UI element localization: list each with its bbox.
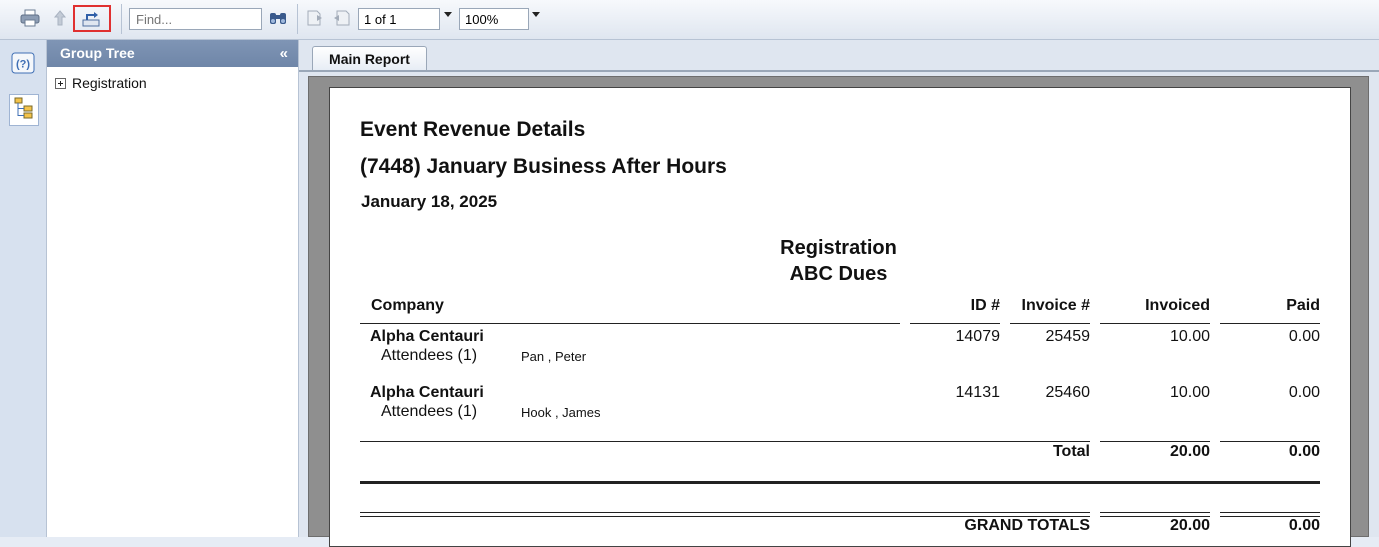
page-number-input[interactable] <box>358 8 440 30</box>
print-icon <box>20 9 40 27</box>
header-rule <box>1010 323 1090 324</box>
row-id: 14079 <box>955 328 1001 345</box>
group-heading: Registration <box>780 237 897 259</box>
row-attendees: Attendees (1) <box>381 403 478 420</box>
report-area: Main Report Event Revenue Details (7448)… <box>299 40 1379 547</box>
column-header-id: ID # <box>970 297 1000 314</box>
tab-underline <box>299 70 1379 72</box>
tree-icon <box>14 97 34 124</box>
toolbar-separator <box>297 4 298 34</box>
total-rule <box>360 441 1090 442</box>
zoom-dropdown-arrow-icon[interactable] <box>532 12 540 17</box>
group-tree-panel: Group Tree « Registration <box>47 40 299 537</box>
row-paid: 0.00 <box>1288 328 1320 345</box>
column-header-company: Company <box>371 297 444 314</box>
report-title: Event Revenue Details <box>360 118 586 141</box>
row-invoiced: 10.00 <box>1169 328 1210 345</box>
group-tree-header: Group Tree « <box>47 40 298 67</box>
grand-total-invoiced: 20.00 <box>1169 517 1210 534</box>
total-rule <box>1220 441 1320 442</box>
side-icon-strip: (?) <box>0 40 47 537</box>
svg-text:(?): (?) <box>16 58 30 70</box>
group-tree-toggle-button[interactable] <box>9 94 39 126</box>
up-arrow-icon <box>53 9 67 27</box>
first-page-button[interactable] <box>302 6 328 30</box>
binoculars-icon <box>268 10 288 26</box>
grand-total-rule <box>360 512 1090 513</box>
print-button[interactable] <box>17 6 43 30</box>
row-paid: 0.00 <box>1288 384 1320 401</box>
section-divider <box>360 481 1320 484</box>
total-rule <box>1100 441 1210 442</box>
grand-total-label: GRAND TOTALS <box>964 517 1090 534</box>
previous-page-icon <box>331 9 351 27</box>
help-button[interactable]: (?) <box>10 52 36 78</box>
row-company: Alpha Centauri <box>370 328 484 345</box>
column-header-invoice: Invoice # <box>1021 297 1090 314</box>
toolbar-separator <box>121 4 122 34</box>
report-viewport: Event Revenue Details (7448) January Bus… <box>308 76 1369 547</box>
row-invoice: 25459 <box>1045 328 1091 345</box>
group-tree-item-registration[interactable]: Registration <box>55 75 147 91</box>
total-invoiced: 20.00 <box>1169 443 1210 460</box>
header-rule <box>1220 323 1320 324</box>
group-tree-item-label: Registration <box>72 75 147 91</box>
find-button[interactable] <box>265 6 291 30</box>
group-tree-title: Group Tree <box>60 45 135 61</box>
row-company: Alpha Centauri <box>370 384 484 401</box>
report-page: Event Revenue Details (7448) January Bus… <box>329 87 1351 547</box>
row-id: 14131 <box>955 384 1001 401</box>
find-input[interactable] <box>129 8 262 30</box>
help-icon: (?) <box>11 52 35 79</box>
grand-total-rule <box>1100 512 1210 513</box>
column-header-invoiced: Invoiced <box>1145 297 1210 314</box>
page-dropdown-arrow-icon[interactable] <box>444 12 452 17</box>
row-attendee-name: Pan , Peter <box>521 349 587 364</box>
export-button[interactable] <box>73 5 111 32</box>
export-icon <box>81 10 103 28</box>
header-rule <box>1100 323 1210 324</box>
header-rule <box>910 323 1000 324</box>
toolbar <box>0 0 1379 40</box>
event-date: January 18, 2025 <box>361 192 498 211</box>
collapse-icon[interactable]: « <box>280 40 288 67</box>
row-attendees: Attendees (1) <box>381 347 478 364</box>
event-name: (7448) January Business After Hours <box>360 155 727 178</box>
grand-total-paid: 0.00 <box>1288 517 1320 534</box>
column-header-paid: Paid <box>1286 297 1320 314</box>
tab-main-report[interactable]: Main Report <box>312 46 427 70</box>
previous-page-button[interactable] <box>328 6 354 30</box>
drill-up-button[interactable] <box>47 6 73 30</box>
row-invoice: 25460 <box>1045 384 1091 401</box>
row-attendee-name: Hook , James <box>521 405 601 420</box>
first-page-icon <box>305 9 325 27</box>
total-label: Total <box>1052 443 1090 460</box>
subgroup-heading: ABC Dues <box>789 263 888 285</box>
expand-icon[interactable] <box>55 77 66 89</box>
zoom-input[interactable] <box>459 8 529 30</box>
row-invoiced: 10.00 <box>1169 384 1210 401</box>
grand-total-rule <box>1220 512 1320 513</box>
total-paid: 0.00 <box>1288 443 1320 460</box>
header-rule <box>360 323 900 324</box>
